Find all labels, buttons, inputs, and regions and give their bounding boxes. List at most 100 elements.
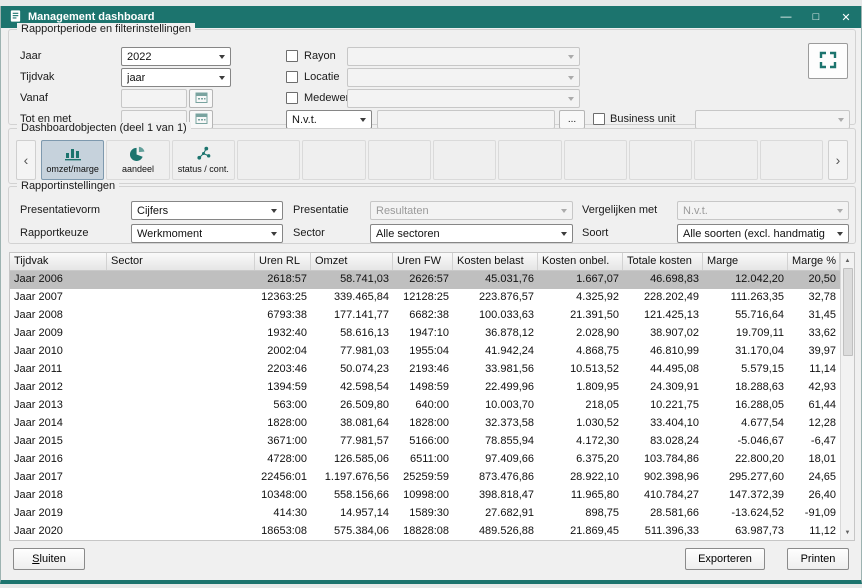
table-cell: 22456:01 bbox=[255, 469, 311, 487]
table-row[interactable]: Jaar 2019414:3014.957,141589:3027.682,91… bbox=[10, 505, 840, 523]
vertical-scrollbar[interactable]: ▲ ▼ bbox=[840, 253, 854, 540]
tijdvak-select[interactable]: jaar bbox=[121, 68, 231, 87]
dashboard-item-omzet-marge[interactable]: omzet/marge bbox=[41, 140, 104, 180]
medewerker-select[interactable] bbox=[347, 89, 580, 108]
dashboard-item-aandeel[interactable]: aandeel bbox=[106, 140, 169, 180]
sector-select[interactable]: Alle sectoren bbox=[370, 224, 573, 243]
table-body: Jaar 20062618:5758.741,032626:5745.031,7… bbox=[10, 271, 840, 540]
table-cell: 20,50 bbox=[788, 271, 840, 289]
rayon-checkbox[interactable] bbox=[286, 50, 298, 62]
medewerker-checkbox[interactable] bbox=[286, 92, 298, 104]
column-header[interactable]: Totale kosten bbox=[623, 253, 703, 270]
rayon-select[interactable] bbox=[347, 47, 580, 66]
dashboard-item-status-cont[interactable]: status / cont. bbox=[172, 140, 235, 180]
table-cell: 12.042,20 bbox=[703, 271, 788, 289]
vergelijken-met-select[interactable]: N.v.t. bbox=[677, 201, 849, 220]
table-row[interactable]: Jaar 202018653:08575.384,0618828:08489.5… bbox=[10, 523, 840, 540]
table-row[interactable]: Jaar 20153671:0077.981,575166:0078.855,9… bbox=[10, 433, 840, 451]
table-row[interactable]: Jaar 20091932:4058.616,131947:1036.878,1… bbox=[10, 325, 840, 343]
column-header[interactable]: Sector bbox=[107, 253, 255, 270]
scrollbar-thumb[interactable] bbox=[843, 268, 853, 356]
table-row[interactable]: Jaar 2013563:0026.509,80640:0010.003,702… bbox=[10, 397, 840, 415]
dashboard-item-empty bbox=[368, 140, 431, 180]
table-cell: 31,45 bbox=[788, 307, 840, 325]
minimize-button[interactable]: — bbox=[779, 11, 793, 23]
chevron-left-icon: ‹ bbox=[24, 152, 29, 168]
table-cell: 19.709,11 bbox=[703, 325, 788, 343]
locatie-select[interactable] bbox=[347, 68, 580, 87]
table-cell: 39,97 bbox=[788, 343, 840, 361]
table-cell: 218,05 bbox=[538, 397, 623, 415]
table-cell: 11.965,80 bbox=[538, 487, 623, 505]
printen-button[interactable]: Printen bbox=[787, 548, 849, 570]
close-button[interactable]: ✕ bbox=[839, 11, 853, 24]
fullscreen-button[interactable] bbox=[808, 43, 848, 79]
column-header[interactable]: Marge % bbox=[788, 253, 840, 270]
table-cell: 126.585,06 bbox=[311, 451, 393, 469]
table-row[interactable]: Jaar 20102002:0477.981,031955:0441.942,2… bbox=[10, 343, 840, 361]
table-row[interactable]: Jaar 201810348:00558.156,6610998:00398.8… bbox=[10, 487, 840, 505]
table-row[interactable]: Jaar 20086793:38177.141,776682:38100.033… bbox=[10, 307, 840, 325]
table-cell: 558.156,66 bbox=[311, 487, 393, 505]
column-header[interactable]: Uren FW bbox=[393, 253, 453, 270]
locatie-checkbox[interactable] bbox=[286, 71, 298, 83]
expand-icon bbox=[818, 50, 838, 73]
scroll-up-icon[interactable]: ▲ bbox=[841, 253, 855, 268]
rapportkeuze-select[interactable]: Werkmoment bbox=[131, 224, 283, 243]
table-cell: 33,62 bbox=[788, 325, 840, 343]
business-unit-label[interactable]: Business unit bbox=[610, 113, 675, 125]
tool-label: aandeel bbox=[122, 164, 154, 174]
table-cell: 6.375,20 bbox=[538, 451, 623, 469]
rayon-label[interactable]: Rayon bbox=[304, 50, 336, 62]
locatie-label[interactable]: Locatie bbox=[304, 71, 339, 83]
tot-en-met-calendar-button[interactable] bbox=[189, 110, 213, 129]
table-cell: 640:00 bbox=[393, 397, 453, 415]
table-cell: Jaar 2015 bbox=[10, 433, 107, 451]
table-cell: Jaar 2006 bbox=[10, 271, 107, 289]
vanaf-input[interactable] bbox=[121, 89, 187, 108]
table-row[interactable]: Jaar 20062618:5758.741,032626:5745.031,7… bbox=[10, 271, 840, 289]
presentatie-select[interactable]: Resultaten bbox=[370, 201, 573, 220]
dashboard-item-empty bbox=[564, 140, 627, 180]
table-cell: 575.384,06 bbox=[311, 523, 393, 540]
column-header[interactable]: Marge bbox=[703, 253, 788, 270]
presentatievorm-select[interactable]: Cijfers bbox=[131, 201, 283, 220]
vanaf-calendar-button[interactable] bbox=[189, 89, 213, 108]
toolbar-next-button[interactable]: › bbox=[828, 140, 848, 180]
table-cell: 12,28 bbox=[788, 415, 840, 433]
jaar-select[interactable]: 2022 bbox=[121, 47, 231, 66]
sluiten-button[interactable]: Sluiten bbox=[13, 548, 85, 570]
business-unit-select[interactable] bbox=[695, 110, 850, 129]
table-row[interactable]: Jaar 20164728:00126.585,066511:0097.409,… bbox=[10, 451, 840, 469]
column-header[interactable]: Omzet bbox=[311, 253, 393, 270]
business-unit-checkbox[interactable] bbox=[593, 113, 605, 125]
browse-button[interactable]: ... bbox=[559, 110, 585, 129]
management-dashboard-window: Management dashboard — □ ✕ Rapportperiod… bbox=[0, 6, 862, 584]
nvt-select[interactable]: N.v.t. bbox=[286, 110, 372, 129]
table-row[interactable]: Jaar 20121394:5942.598,541498:5922.499,9… bbox=[10, 379, 840, 397]
toolbar-prev-button[interactable]: ‹ bbox=[16, 140, 36, 180]
column-header[interactable]: Kosten onbel. bbox=[538, 253, 623, 270]
table-cell: 24,65 bbox=[788, 469, 840, 487]
soort-select[interactable]: Alle soorten (excl. handmatig bbox=[677, 224, 849, 243]
table-cell: 1.809,95 bbox=[538, 379, 623, 397]
column-header[interactable]: Kosten belast bbox=[453, 253, 538, 270]
table-row[interactable]: Jaar 201722456:011.197.676,5625259:59873… bbox=[10, 469, 840, 487]
table-cell: 2618:57 bbox=[255, 271, 311, 289]
table-cell: 18,01 bbox=[788, 451, 840, 469]
filter-value-input[interactable] bbox=[377, 110, 555, 129]
table-cell: Jaar 2020 bbox=[10, 523, 107, 540]
table-row[interactable]: Jaar 200712363:25339.465,8412128:25223.8… bbox=[10, 289, 840, 307]
table-cell: 10.513,52 bbox=[538, 361, 623, 379]
maximize-button[interactable]: □ bbox=[809, 11, 823, 23]
column-header[interactable]: Uren RL bbox=[255, 253, 311, 270]
chevron-right-icon: › bbox=[836, 152, 841, 168]
table-cell: 27.682,91 bbox=[453, 505, 538, 523]
table-cell: 14.957,14 bbox=[311, 505, 393, 523]
scroll-down-icon[interactable]: ▼ bbox=[841, 525, 855, 540]
column-header[interactable]: Tijdvak bbox=[10, 253, 107, 270]
table-row[interactable]: Jaar 20141828:0038.081,641828:0032.373,5… bbox=[10, 415, 840, 433]
table-row[interactable]: Jaar 20112203:4650.074,232193:4633.981,5… bbox=[10, 361, 840, 379]
exporteren-button[interactable]: Exporteren bbox=[685, 548, 765, 570]
table-cell: 511.396,33 bbox=[623, 523, 703, 540]
